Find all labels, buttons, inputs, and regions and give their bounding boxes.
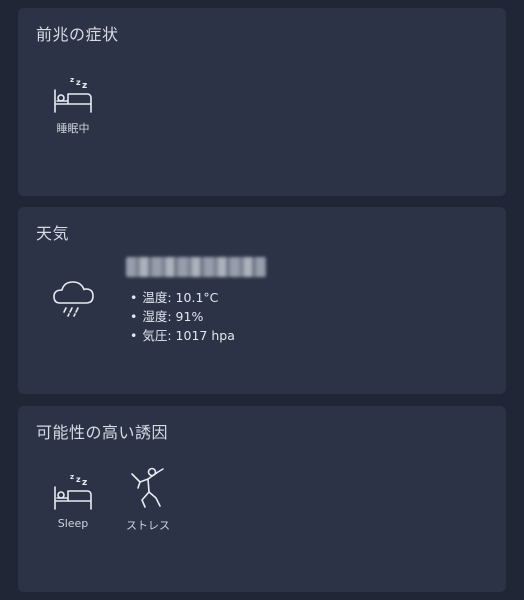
triggers-card: 可能性の高い誘因 z z z Sleep ストレス [18,406,506,592]
sleep-bed-icon: z z z [54,473,92,510]
weather-card: 天気 温度: 10.1°C 湿度: 91% 気圧: 1017 hpa [18,207,506,394]
prodrome-item-sleep[interactable]: z z z 睡眠中 [43,74,103,136]
svg-text:z: z [82,478,87,488]
svg-text:z: z [76,475,81,484]
rain-cloud-icon [48,279,96,323]
stress-figure-icon [131,467,164,508]
trigger-item-label: ストレス [126,519,170,532]
weather-details: 温度: 10.1°C 湿度: 91% 気圧: 1017 hpa [130,288,235,345]
trigger-item-label: Sleep [57,517,89,530]
svg-text:z: z [82,81,87,91]
triggers-title: 可能性の高い誘因 [36,423,169,442]
prodrome-card: 前兆の症状 z z z 睡眠中 [18,8,506,196]
sleep-bed-icon: z z z [54,76,92,113]
weather-title: 天気 [36,224,70,243]
prodrome-title: 前兆の症状 [36,25,119,44]
svg-text:z: z [70,473,74,481]
svg-text:z: z [76,78,81,87]
location-label [126,257,266,277]
weather-pressure: 気圧: 1017 hpa [130,326,235,345]
trigger-item-stress[interactable]: ストレス [118,466,178,533]
prodrome-item-label: 睡眠中 [56,122,90,135]
weather-humidity: 湿度: 91% [130,307,235,326]
weather-temperature: 温度: 10.1°C [130,288,235,307]
svg-text:z: z [70,76,74,84]
trigger-item-sleep[interactable]: z z z Sleep [43,471,103,530]
